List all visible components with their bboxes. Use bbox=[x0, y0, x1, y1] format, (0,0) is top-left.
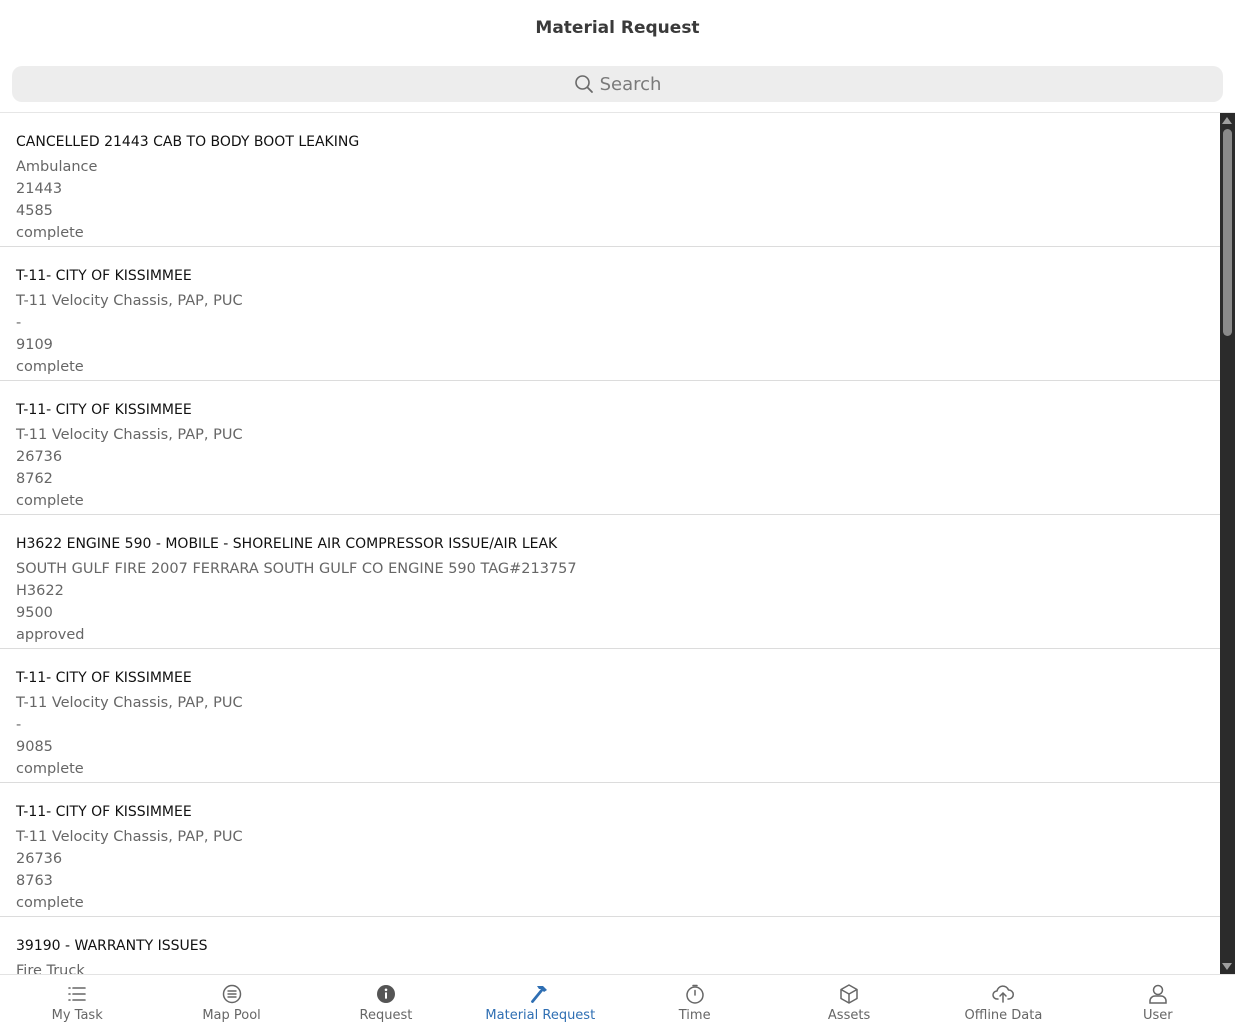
item-description: T-11 Velocity Chassis, PAP, PUC bbox=[16, 293, 243, 309]
item-request-number: 9500 bbox=[16, 605, 53, 621]
scrollbar-thumb[interactable] bbox=[1223, 129, 1232, 336]
tab-offline-data[interactable]: Offline Data bbox=[926, 975, 1080, 1031]
list-item[interactable]: H3622 ENGINE 590 - MOBILE - SHORELINE AI… bbox=[0, 515, 1220, 649]
list-item[interactable]: T-11- CITY OF KISSIMMEE T-11 Velocity Ch… bbox=[0, 783, 1220, 917]
item-title: T-11- CITY OF KISSIMMEE bbox=[16, 268, 192, 284]
material-request-list: CANCELLED 21443 CAB TO BODY BOOT LEAKING… bbox=[0, 113, 1220, 974]
item-request-number: 9085 bbox=[16, 739, 53, 755]
tab-label: Material Request bbox=[485, 1008, 596, 1023]
item-asset-number: 21443 bbox=[16, 181, 63, 197]
item-title: 39190 - WARRANTY ISSUES bbox=[16, 938, 208, 954]
item-asset-number: H3622 bbox=[16, 583, 64, 599]
tab-material-request[interactable]: Material Request bbox=[463, 975, 617, 1031]
tab-map-pool[interactable]: Map Pool bbox=[154, 975, 308, 1031]
tab-label: User bbox=[1142, 1008, 1173, 1023]
tab-assets[interactable]: Assets bbox=[772, 975, 926, 1031]
header: Material Request Search bbox=[0, 0, 1235, 113]
scroll-up-arrow-icon[interactable] bbox=[1222, 117, 1232, 124]
list-item[interactable]: CANCELLED 21443 CAB TO BODY BOOT LEAKING… bbox=[0, 113, 1220, 247]
item-asset-number: 26736 bbox=[16, 449, 63, 465]
item-status: complete bbox=[16, 761, 84, 777]
list-item[interactable]: T-11- CITY OF KISSIMMEE T-11 Velocity Ch… bbox=[0, 381, 1220, 515]
item-description: SOUTH GULF FIRE 2007 FERRARA SOUTH GULF … bbox=[16, 561, 577, 577]
item-status: approved bbox=[16, 627, 85, 643]
item-title: T-11- CITY OF KISSIMMEE bbox=[16, 670, 192, 686]
page-title: Material Request bbox=[535, 18, 700, 38]
search-placeholder: Search bbox=[599, 73, 662, 95]
item-request-number: 8762 bbox=[16, 471, 53, 487]
tab-user[interactable]: User bbox=[1081, 975, 1235, 1031]
item-description: Fire Truck bbox=[16, 963, 85, 974]
scroll-down-arrow-icon[interactable] bbox=[1222, 963, 1232, 970]
item-description: Ambulance bbox=[16, 159, 98, 175]
user-icon bbox=[1147, 983, 1169, 1005]
item-title: T-11- CITY OF KISSIMMEE bbox=[16, 402, 192, 418]
item-status: complete bbox=[16, 225, 84, 241]
tab-request[interactable]: Request bbox=[309, 975, 463, 1031]
bottom-tab-bar: My Task Map Pool Request Material Reques… bbox=[0, 974, 1235, 1031]
item-description: T-11 Velocity Chassis, PAP, PUC bbox=[16, 427, 243, 443]
list-item[interactable]: T-11- CITY OF KISSIMMEE T-11 Velocity Ch… bbox=[0, 649, 1220, 783]
item-title: CANCELLED 21443 CAB TO BODY BOOT LEAKING bbox=[16, 134, 360, 150]
item-title: T-11- CITY OF KISSIMMEE bbox=[16, 804, 192, 820]
list-item[interactable]: T-11- CITY OF KISSIMMEE T-11 Velocity Ch… bbox=[0, 247, 1220, 381]
list-icon bbox=[66, 983, 88, 1005]
map-pool-icon bbox=[221, 983, 243, 1005]
list-item[interactable]: 39190 - WARRANTY ISSUES Fire Truck bbox=[0, 917, 1220, 974]
stopwatch-icon bbox=[684, 983, 706, 1005]
item-request-number: 4585 bbox=[16, 203, 53, 219]
item-asset-number: - bbox=[16, 717, 22, 733]
search-icon bbox=[574, 74, 594, 94]
tab-time[interactable]: Time bbox=[618, 975, 772, 1031]
hammer-icon bbox=[529, 983, 551, 1005]
box-icon bbox=[838, 983, 860, 1005]
item-request-number: 8763 bbox=[16, 873, 53, 889]
item-request-number: 9109 bbox=[16, 337, 53, 353]
tab-my-task[interactable]: My Task bbox=[0, 975, 154, 1031]
tab-label: Time bbox=[678, 1008, 711, 1023]
info-icon bbox=[375, 983, 397, 1005]
item-asset-number: 26736 bbox=[16, 851, 63, 867]
item-description: T-11 Velocity Chassis, PAP, PUC bbox=[16, 695, 243, 711]
tab-label: Map Pool bbox=[202, 1008, 261, 1023]
tab-label: Offline Data bbox=[964, 1008, 1043, 1023]
item-asset-number: - bbox=[16, 315, 22, 331]
tab-label: My Task bbox=[51, 1008, 103, 1023]
item-status: complete bbox=[16, 895, 84, 911]
tab-label: Request bbox=[359, 1008, 413, 1023]
cloud-upload-icon bbox=[991, 983, 1015, 1005]
item-status: complete bbox=[16, 493, 84, 509]
list-scrollbar[interactable] bbox=[1220, 113, 1235, 974]
tab-label: Assets bbox=[827, 1008, 871, 1023]
item-status: complete bbox=[16, 359, 84, 375]
search-input[interactable]: Search bbox=[12, 66, 1223, 102]
item-description: T-11 Velocity Chassis, PAP, PUC bbox=[16, 829, 243, 845]
item-title: H3622 ENGINE 590 - MOBILE - SHORELINE AI… bbox=[16, 536, 558, 552]
